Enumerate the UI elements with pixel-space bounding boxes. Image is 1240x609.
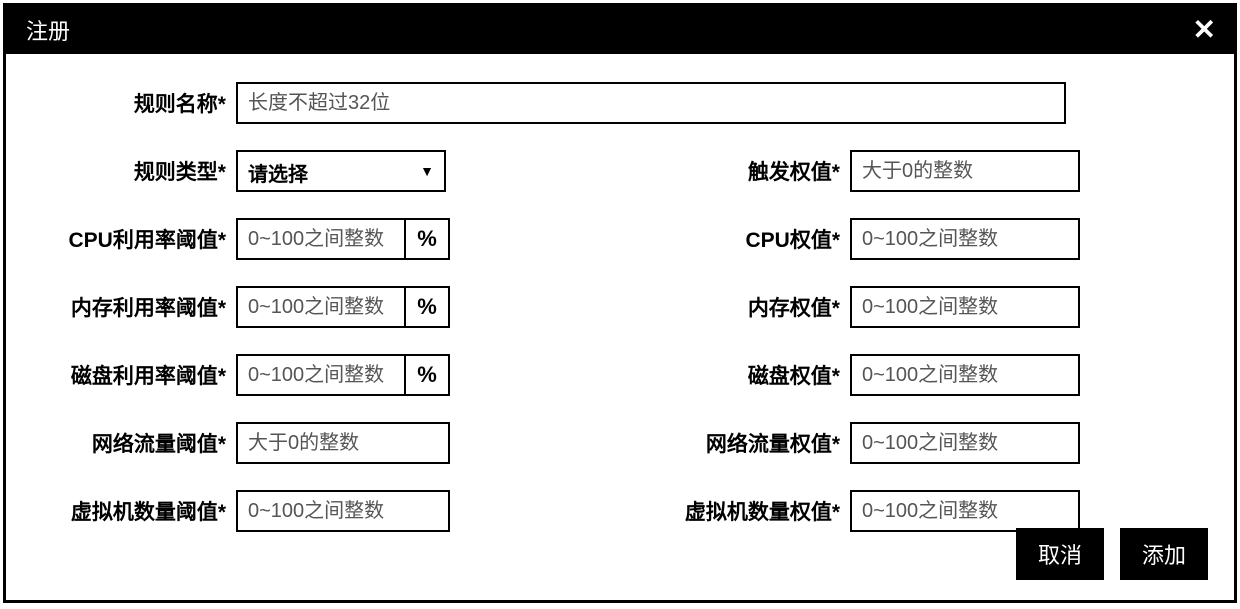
- rule-type-selected: 请选择: [248, 164, 308, 186]
- cpu-threshold-input[interactable]: [236, 218, 406, 260]
- mem-threshold-input[interactable]: [236, 286, 406, 328]
- net-threshold-input[interactable]: [236, 422, 450, 464]
- disk-weight-input[interactable]: [850, 354, 1080, 396]
- net-threshold-label: 网络流量阈值*: [46, 428, 236, 458]
- dialog-buttons: 取消 添加: [1016, 528, 1208, 580]
- cpu-weight-label: CPU权值*: [620, 224, 850, 254]
- trigger-weight-input[interactable]: [850, 150, 1080, 192]
- cpu-weight-input[interactable]: [850, 218, 1080, 260]
- percent-suffix: %: [406, 286, 450, 328]
- register-dialog: 注册 ✕ 规则名称* 规则类型* 请选择 ▼ 触发权值*: [3, 3, 1237, 603]
- mem-weight-label: 内存权值*: [620, 292, 850, 322]
- vm-weight-label: 虚拟机数量权值*: [620, 496, 850, 526]
- mem-threshold-label: 内存利用率阈值*: [46, 292, 236, 322]
- title-bar: 注册 ✕: [6, 6, 1234, 54]
- add-button[interactable]: 添加: [1120, 528, 1208, 580]
- close-icon[interactable]: ✕: [1193, 16, 1216, 44]
- cancel-button[interactable]: 取消: [1016, 528, 1104, 580]
- disk-threshold-input[interactable]: [236, 354, 406, 396]
- form-area: 规则名称* 规则类型* 请选择 ▼ 触发权值* CPU利用率阈值: [6, 54, 1234, 532]
- percent-suffix: %: [406, 218, 450, 260]
- vm-threshold-label: 虚拟机数量阈值*: [46, 496, 236, 526]
- rule-name-label: 规则名称*: [46, 88, 236, 118]
- net-weight-label: 网络流量权值*: [620, 428, 850, 458]
- vm-threshold-input[interactable]: [236, 490, 450, 532]
- dialog-title: 注册: [26, 14, 70, 46]
- mem-weight-input[interactable]: [850, 286, 1080, 328]
- disk-threshold-label: 磁盘利用率阈值*: [46, 360, 236, 390]
- trigger-weight-label: 触发权值*: [620, 156, 850, 186]
- rule-name-input[interactable]: [236, 82, 1066, 124]
- rule-type-label: 规则类型*: [46, 156, 236, 186]
- disk-weight-label: 磁盘权值*: [620, 360, 850, 390]
- net-weight-input[interactable]: [850, 422, 1080, 464]
- rule-type-select[interactable]: 请选择: [236, 150, 446, 192]
- cpu-threshold-label: CPU利用率阈值*: [46, 224, 236, 254]
- percent-suffix: %: [406, 354, 450, 396]
- vm-weight-input[interactable]: [850, 490, 1080, 532]
